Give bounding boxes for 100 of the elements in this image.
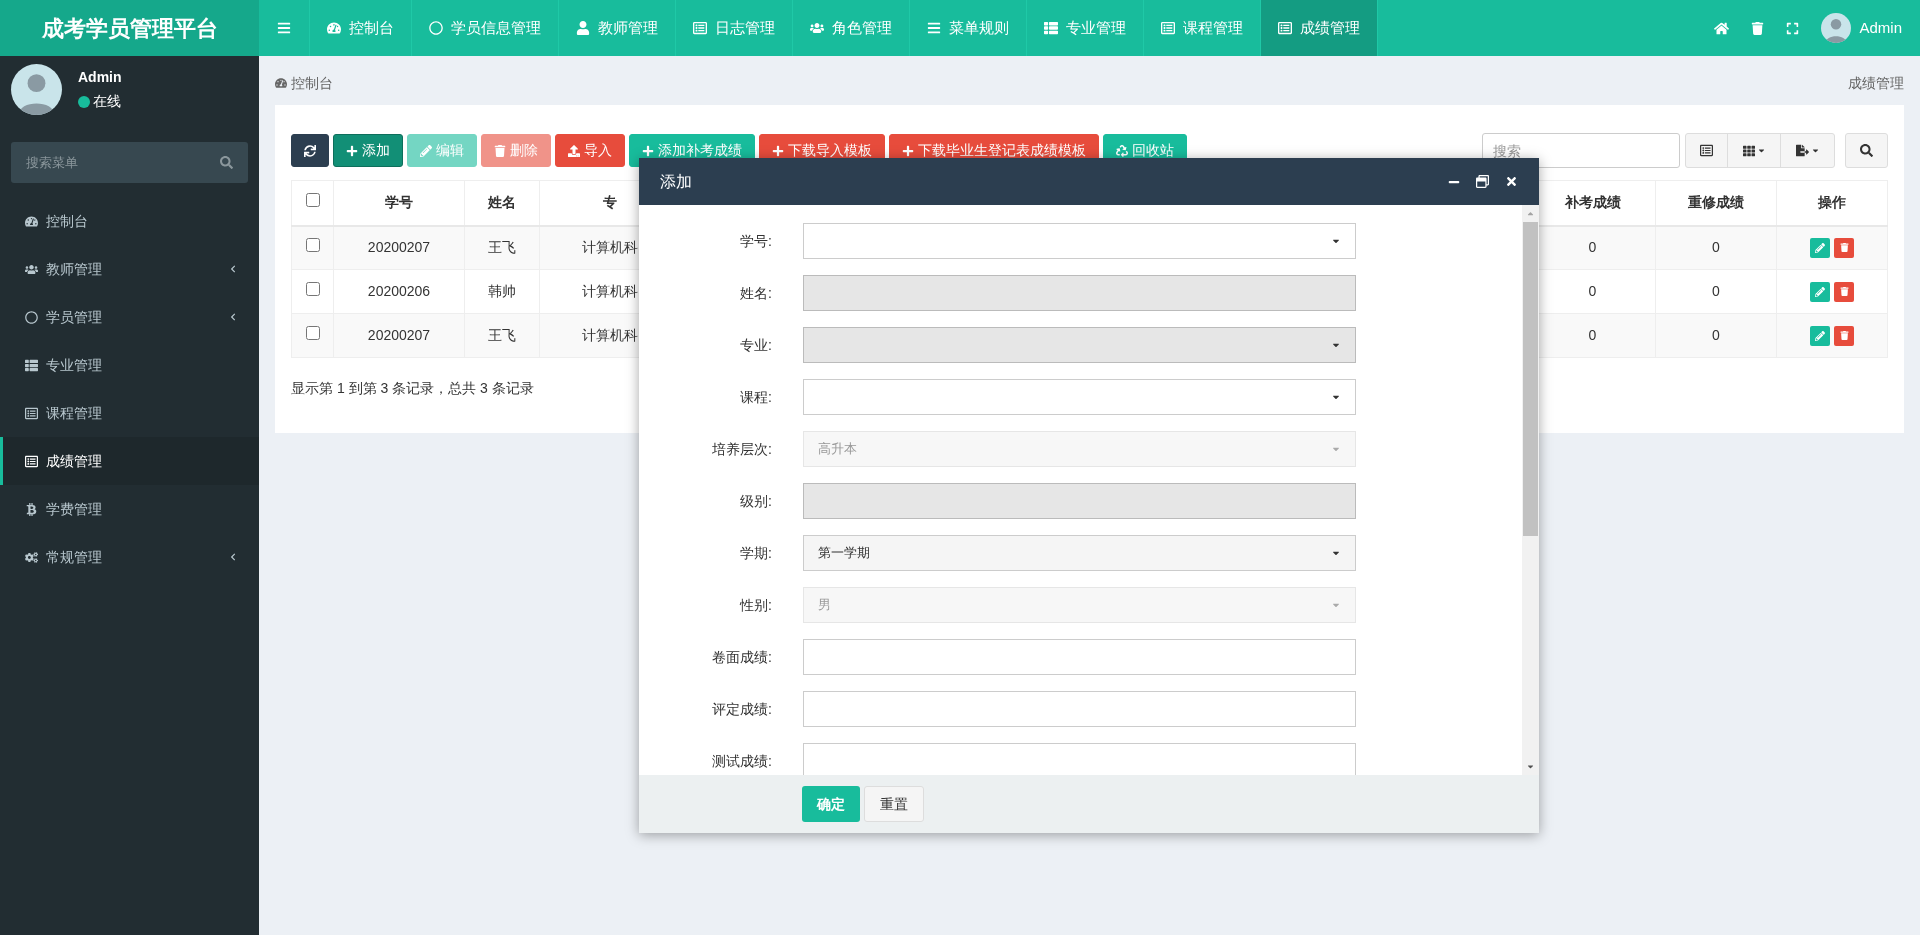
- sidebar-user-name: Admin: [78, 68, 122, 87]
- caret-icon: [1810, 146, 1820, 155]
- select-all-checkbox[interactable]: [305, 193, 320, 208]
- input-field[interactable]: [803, 743, 1356, 775]
- edit-button[interactable]: [1810, 237, 1830, 258]
- sidebar-item[interactable]: 成绩管理: [0, 437, 259, 485]
- dashboard-icon: [327, 21, 341, 35]
- nav-tab[interactable]: 角色管理: [793, 0, 910, 56]
- plus-icon: [642, 144, 654, 157]
- pencil-icon: [420, 144, 432, 157]
- upload-icon: [568, 144, 580, 157]
- table-cell: 20200206: [333, 269, 465, 314]
- delete-button[interactable]: [1834, 281, 1854, 302]
- sidebar-item[interactable]: 课程管理: [0, 389, 259, 437]
- menu-search-field[interactable]: 搜索菜单: [11, 142, 248, 183]
- menu-icon: [277, 21, 291, 35]
- delete-button[interactable]: [1834, 325, 1854, 346]
- chevron-icon: [229, 553, 237, 561]
- nav-tab[interactable]: 学员信息管理: [412, 0, 559, 56]
- refresh-button[interactable]: [291, 134, 329, 167]
- field-label: 学期:: [739, 543, 772, 563]
- field-label: 评定成绩:: [711, 699, 772, 719]
- refresh-icon: [304, 144, 316, 157]
- search-icon: [220, 156, 233, 169]
- brand-title: 成考学员管理平台: [41, 14, 218, 43]
- edit-button[interactable]: [1810, 281, 1830, 302]
- plus-icon: [902, 144, 914, 157]
- page-title: 成绩管理: [1848, 73, 1904, 93]
- nav-tab[interactable]: 日志管理: [676, 0, 793, 56]
- list-icon: [693, 21, 707, 35]
- nav-tab[interactable]: 专业管理: [1027, 0, 1144, 56]
- user-icon: [576, 21, 590, 35]
- table-list-icon: [1044, 21, 1058, 35]
- sidebar-item[interactable]: 控制台: [0, 197, 259, 245]
- table-search-field[interactable]: 搜索: [1482, 133, 1680, 168]
- sidebar-item[interactable]: 学费管理: [0, 485, 259, 533]
- close-icon[interactable]: [1505, 175, 1518, 188]
- dashboard-icon: [275, 77, 287, 89]
- select-field[interactable]: 第一学期: [803, 535, 1356, 571]
- table-cell: 王飞: [464, 225, 540, 270]
- field-label: 专业:: [739, 335, 772, 355]
- input-field[interactable]: [803, 483, 1356, 519]
- menu-search-input[interactable]: 搜索菜单: [26, 152, 220, 173]
- fullscreen-icon[interactable]: [1786, 21, 1800, 35]
- toolbar-button[interactable]: 添加: [333, 134, 403, 167]
- row-checkbox[interactable]: [305, 238, 320, 253]
- list-icon: [1161, 21, 1175, 35]
- scroll-up-icon[interactable]: [1526, 209, 1535, 218]
- gears-icon: [25, 550, 38, 564]
- table-cell: 0: [1655, 269, 1777, 314]
- select-field[interactable]: [803, 379, 1356, 415]
- sidebar-item[interactable]: 学员管理: [0, 293, 259, 341]
- plus-icon: [346, 144, 358, 157]
- reset-button[interactable]: 重置: [864, 786, 924, 822]
- trash-icon: [1839, 287, 1849, 296]
- nav-tab[interactable]: 控制台: [310, 0, 412, 56]
- confirm-button[interactable]: 确定: [802, 786, 860, 822]
- list-icon: [25, 406, 38, 420]
- field-label: 课程:: [739, 387, 772, 407]
- table-list-icon: [25, 358, 38, 372]
- sidebar-item[interactable]: 专业管理: [0, 341, 259, 389]
- scroll-down-icon[interactable]: [1526, 762, 1535, 771]
- table-cell: 0: [1655, 225, 1777, 270]
- row-checkbox[interactable]: [305, 282, 320, 296]
- search-icon: [1860, 144, 1873, 157]
- maximize-icon[interactable]: [1476, 175, 1489, 188]
- edit-button[interactable]: [1810, 325, 1830, 346]
- trash-icon[interactable]: [1751, 21, 1765, 35]
- field-label: 学号:: [739, 231, 772, 251]
- user-avatar: [11, 64, 62, 115]
- list-icon: [1700, 144, 1713, 157]
- delete-button[interactable]: [1834, 237, 1854, 258]
- search-button[interactable]: [1845, 133, 1888, 168]
- table-cell: 韩帅: [464, 269, 540, 314]
- select-field[interactable]: [803, 223, 1356, 259]
- home-icon[interactable]: [1714, 20, 1730, 36]
- user-name[interactable]: Admin: [1859, 16, 1902, 40]
- sidebar-item[interactable]: 常规管理: [0, 533, 259, 581]
- breadcrumb-link[interactable]: 控制台: [291, 72, 333, 94]
- nav-tab[interactable]: 教师管理: [559, 0, 676, 56]
- field-label: 性别:: [738, 595, 772, 615]
- pencil-icon: [1815, 242, 1825, 253]
- nav-tab[interactable]: 成绩管理: [1261, 0, 1378, 56]
- trash-icon: [1839, 243, 1849, 253]
- toolbar-button[interactable]: 导入: [555, 134, 625, 167]
- select-field[interactable]: [803, 327, 1356, 363]
- pagination-info: 显示第 1 到第 3 条记录，总共 3 条记录: [291, 379, 534, 398]
- status-text: 在线: [93, 92, 121, 111]
- grid-icon: [1742, 144, 1755, 157]
- nav-tab[interactable]: 菜单规则: [910, 0, 1027, 56]
- trash-icon: [494, 144, 506, 157]
- input-field[interactable]: [803, 691, 1356, 727]
- row-checkbox[interactable]: [305, 326, 320, 340]
- column-header: 重修成绩: [1655, 180, 1777, 226]
- sidebar-item[interactable]: 教师管理: [0, 245, 259, 293]
- caret-icon: [1756, 146, 1766, 155]
- scrollbar-thumb[interactable]: [1523, 222, 1538, 536]
- input-field[interactable]: [803, 275, 1356, 311]
- input-field[interactable]: [803, 639, 1356, 675]
- list-icon: [927, 21, 941, 35]
